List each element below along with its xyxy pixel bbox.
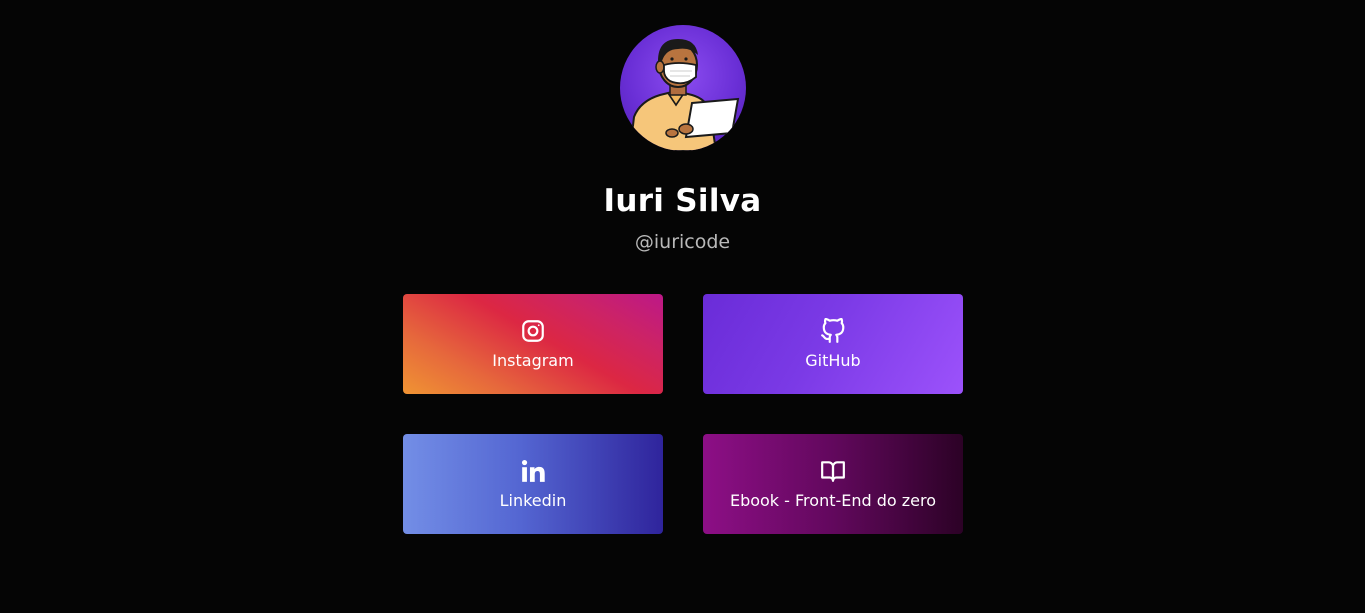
avatar — [620, 25, 746, 151]
linkedin-icon — [520, 458, 546, 484]
link-card-github[interactable]: GitHub — [703, 294, 963, 394]
profile-name: Iuri Silva — [603, 183, 762, 219]
link-card-label: Ebook - Front-End do zero — [729, 490, 937, 510]
link-card-linkedin[interactable]: Linkedin — [403, 434, 663, 534]
link-card-ebook[interactable]: Ebook - Front-End do zero — [703, 434, 963, 534]
link-card-instagram[interactable]: Instagram — [403, 294, 663, 394]
link-card-label: GitHub — [805, 350, 861, 370]
avatar-illustration — [628, 39, 740, 151]
link-card-label: Instagram — [492, 350, 574, 370]
link-card-label: Linkedin — [499, 490, 567, 510]
github-icon — [820, 317, 846, 344]
profile-handle: @iuricode — [634, 231, 731, 253]
instagram-icon — [520, 318, 546, 344]
book-open-icon — [820, 458, 846, 484]
